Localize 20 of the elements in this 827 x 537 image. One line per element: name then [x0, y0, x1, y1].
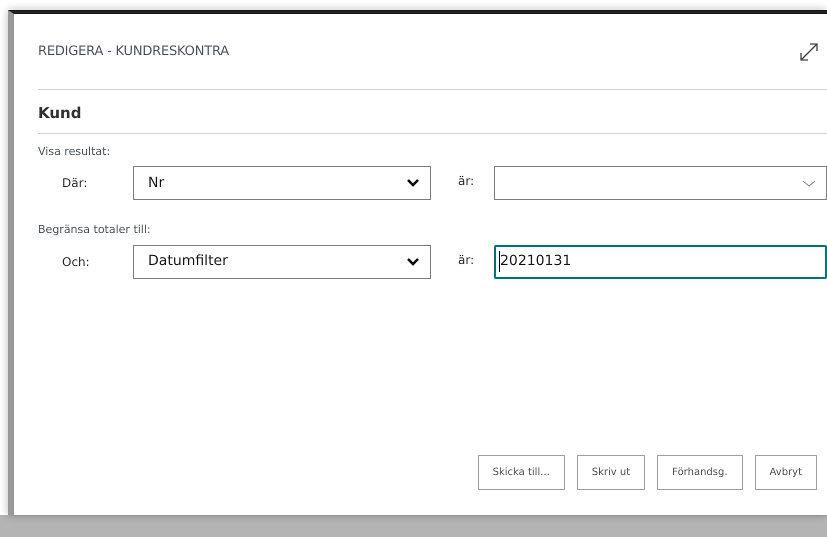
- field-dropdown[interactable]: Nr: [133, 166, 431, 200]
- field-label: Och:: [61, 254, 91, 270]
- field-label: Där:: [61, 175, 88, 192]
- group-caption: Begränsa totaler till:: [38, 222, 152, 238]
- dialog-button[interactable]: Avbryt: [754, 455, 817, 490]
- expand-icon[interactable]: [799, 42, 819, 62]
- value-combobox[interactable]: [494, 166, 827, 200]
- dialog-title: REDIGERA - KUNDRESKONTRA: [38, 43, 229, 61]
- dialog-button[interactable]: Skicka till...: [478, 455, 565, 490]
- section-title: Kund: [38, 103, 82, 124]
- dialog-button[interactable]: Skriv ut: [576, 455, 646, 490]
- group-caption: Visa resultat:: [38, 144, 112, 160]
- chevron-down-icon: [406, 256, 420, 266]
- chevron-down-icon: [406, 178, 420, 188]
- value-input[interactable]: 20210131: [494, 244, 827, 278]
- chevron-down-icon: [802, 178, 816, 188]
- dialog-button[interactable]: Förhandsg.: [657, 455, 743, 490]
- operator-label: är:: [457, 252, 476, 268]
- field-dropdown[interactable]: Datumfilter: [133, 244, 431, 278]
- operator-label: är:: [457, 173, 476, 190]
